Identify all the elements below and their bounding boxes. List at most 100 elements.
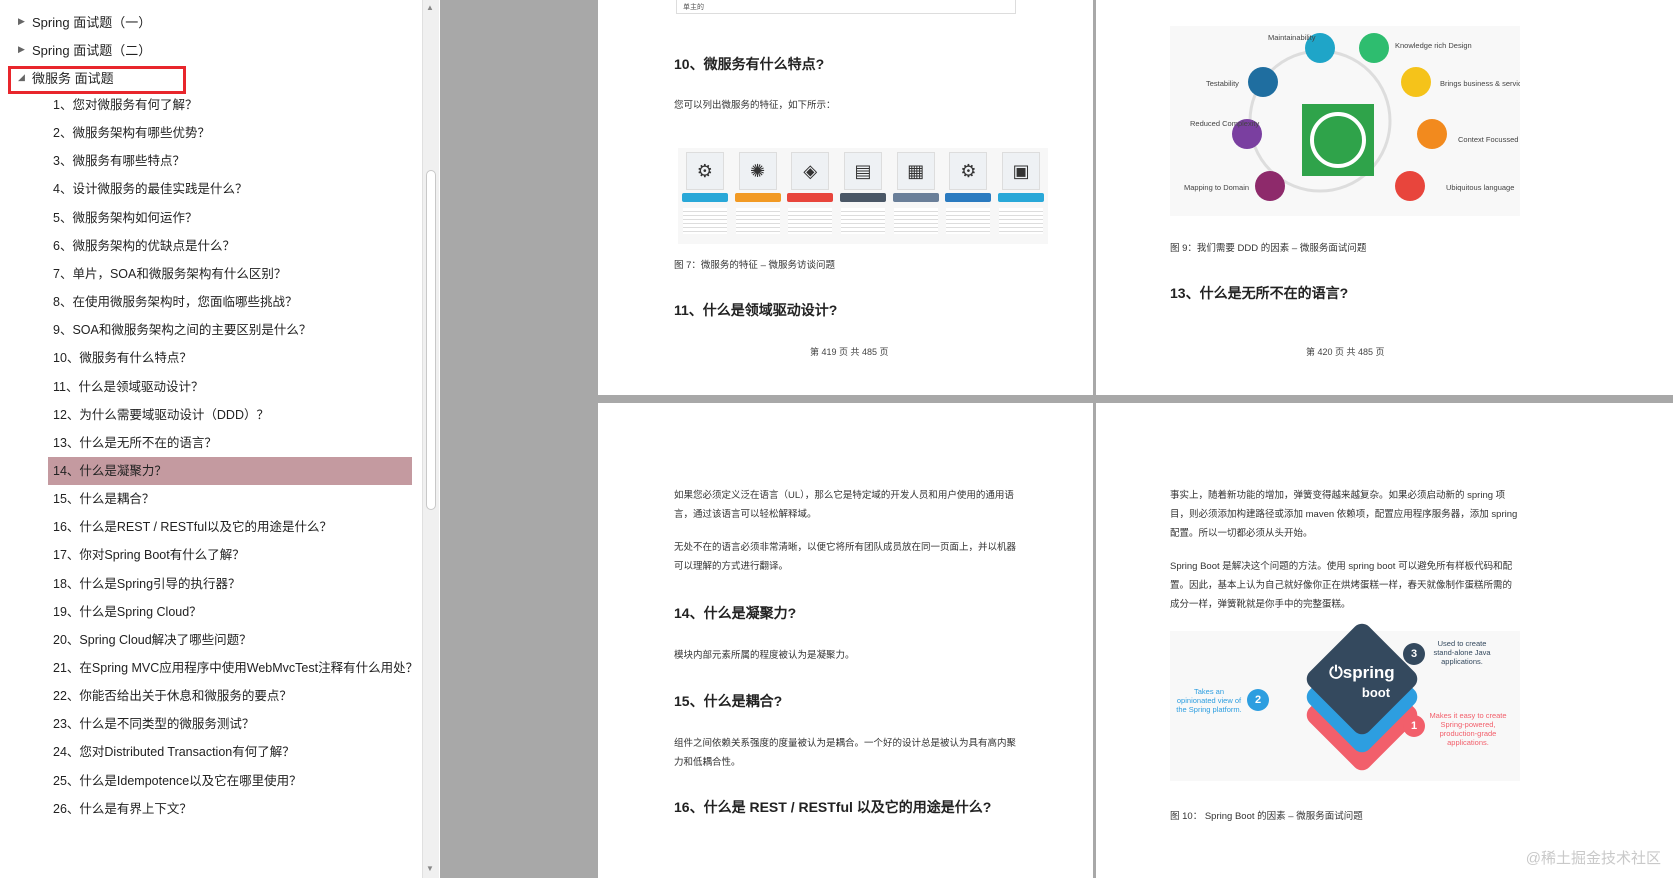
label-maintainability: Maintainability [1268, 33, 1316, 42]
feature-text [788, 208, 833, 234]
node-circle [1248, 67, 1278, 97]
heading-q15: 15、什么是耦合? [674, 693, 783, 709]
feature-bar [734, 193, 781, 202]
outline-item[interactable]: 24、您对Distributed Transaction有何了解？ [48, 738, 412, 766]
feature-col: ▣ [996, 152, 1046, 240]
highlight-box [8, 66, 186, 94]
feature-bar [945, 193, 992, 202]
outline-item[interactable]: 21、在Spring MVC应用程序中使用WebMvcTest注释有什么用处？ [48, 654, 412, 682]
feature-bar [840, 193, 887, 202]
paragraph: 如果您必须定义泛在语言（UL），那么它是特定域的开发人员和用户使用的通用语言，通… [674, 490, 1014, 520]
outline-item[interactable]: 3、微服务有哪些特点？ [48, 147, 412, 175]
feature-text [946, 208, 991, 234]
outline-item[interactable]: 22、你能否给出关于休息和微服务的要点？ [48, 682, 412, 710]
scroll-down-icon[interactable]: ▼ [426, 864, 434, 873]
paragraph: 无处不在的语言必须非常清晰，以便它将所有团队成员放在同一页面上，并以机器可以理解… [674, 542, 1017, 572]
outline-item[interactable]: 25、什么是Idempotence以及它在哪里使用？ [48, 767, 412, 795]
gear-icon: ⚙ [949, 152, 988, 190]
tree-item-spring-2[interactable]: ▶ Spring 面试题（二） [18, 35, 151, 63]
note-3: Used to create stand-alone Java applicat… [1433, 639, 1491, 666]
scroll-thumb[interactable] [426, 170, 436, 510]
features-figure: ⚙ ✺ ◈ ▤ ▦ ⚙ ▣ [678, 148, 1048, 244]
table-fragment: 单主的 [676, 0, 1016, 14]
figure-caption: 图 7：微服务的特征 – 微服务访谈问题 [674, 260, 835, 271]
feature-bar [892, 193, 939, 202]
label-mapping: Mapping to Domain [1184, 183, 1249, 192]
heading-q11: 11、什么是领域驱动设计? [674, 302, 838, 318]
outline-scrollbar[interactable]: ▲ ▼ [422, 0, 439, 878]
monitor-icon: ▣ [1002, 152, 1041, 190]
paragraph: 模块内部元素所属的程度被认为是凝聚力。 [674, 650, 855, 661]
page-420: Maintainability Knowledge rich Design Te… [1096, 0, 1673, 395]
outline-item[interactable]: 23、什么是不同类型的微服务测试？ [48, 710, 412, 738]
feature-bar [998, 193, 1045, 202]
figure-caption: 图 9：我们需要 DDD 的因素 – 微服务面试问题 [1170, 243, 1367, 254]
note-2: Takes an opinionated view of the Spring … [1176, 687, 1242, 714]
paragraph: Spring Boot 是解决这个问题的方法。使用 spring boot 可以… [1170, 561, 1513, 610]
feature-col: ⚙ [944, 152, 994, 240]
outline-item[interactable]: 2、微服务架构有哪些优势？ [48, 119, 412, 147]
label-ubiquitous: Ubiquitous language [1446, 183, 1514, 192]
badge-1: 1 [1403, 715, 1425, 737]
outline-item[interactable]: 19、什么是Spring Cloud？ [48, 598, 412, 626]
page-419: 单主的 10、微服务有什么特点? 您可以列出微服务的特征，如下所示： ⚙ ✺ ◈… [598, 0, 1093, 395]
ddd-factors-figure: Maintainability Knowledge rich Design Te… [1170, 26, 1520, 216]
page-footer: 第 420 页 共 485 页 [1306, 347, 1385, 357]
outline-item[interactable]: 13、什么是无所不在的语言？ [48, 429, 412, 457]
paragraph: 组件之间依赖关系强度的度量被认为是耦合。一个好的设计总是被认为具有高内聚力和低耦… [674, 738, 1017, 768]
outline-item[interactable]: 12、为什么需要域驱动设计（DDD）？ [48, 401, 412, 429]
expand-arrow-icon[interactable]: ▶ [18, 44, 32, 55]
feature-text [682, 208, 727, 234]
paragraph: 事实上，随着新功能的增加，弹簧变得越来越复杂。如果必须启动新的 spring 项… [1170, 490, 1518, 539]
hub-icon: ✺ [738, 152, 777, 190]
heading-q16: 16、什么是 REST / RESTful 以及它的用途是什么? [674, 799, 992, 815]
figure-caption: 图 10： Spring Boot 的因素 – 微服务面试问题 [1170, 811, 1363, 822]
feature-col: ◈ [785, 152, 835, 240]
expand-arrow-icon[interactable]: ▶ [18, 16, 32, 27]
label-context: Context Focussed [1458, 135, 1518, 144]
power-icon: ⏻ [1329, 663, 1343, 682]
outline-item[interactable]: 7、单片，SOA和微服务架构有什么区别？ [48, 260, 412, 288]
outline-item[interactable]: 1、您对微服务有何了解？ [48, 91, 412, 119]
heading-q13: 13、什么是无所不在的语言? [1170, 285, 1349, 301]
outline-item[interactable]: 6、微服务架构的优缺点是什么？ [48, 232, 412, 260]
badge-3: 3 [1403, 643, 1425, 665]
feature-text [841, 208, 886, 234]
outline-item[interactable]: 4、设计微服务的最佳实践是什么？ [48, 175, 412, 203]
feature-col: ▦ [891, 152, 941, 240]
outline-item[interactable]: 26、什么是有界上下文？ [48, 795, 412, 823]
outline-item[interactable]: 10、微服务有什么特点？ [48, 344, 412, 372]
page-footer: 第 419 页 共 485 页 [810, 347, 889, 357]
outline-item[interactable]: 15、什么是耦合？ [48, 485, 412, 513]
outline-item[interactable]: 17、你对Spring Boot有什么了解？ [48, 541, 412, 569]
org-chart-icon: ⚙ [685, 152, 724, 190]
outline-item[interactable]: 8、在使用微服务架构时，您面临哪些挑战？ [48, 288, 412, 316]
node-circle [1359, 33, 1389, 63]
outline-item[interactable]: 18、什么是Spring引导的执行器？ [48, 570, 412, 598]
feature-text [735, 208, 780, 234]
label-testability: Testability [1206, 79, 1239, 88]
outline-item[interactable]: 20、Spring Cloud解决了哪些问题？ [48, 626, 412, 654]
boot-logo-text: boot [1361, 685, 1391, 700]
label-knowledge: Knowledge rich Design [1395, 41, 1472, 50]
feature-text [893, 208, 938, 234]
feature-col: ▤ [838, 152, 888, 240]
scroll-up-icon[interactable]: ▲ [426, 3, 434, 12]
outline-item[interactable]: 14、什么是凝聚力？ [48, 456, 412, 485]
outline-item[interactable]: 16、什么是REST / RESTful以及它的用途是什么？ [48, 513, 412, 541]
node-circle [1401, 67, 1431, 97]
node-circle [1395, 171, 1425, 201]
page-421: 如果您必须定义泛在语言（UL），那么它是特定域的开发人员和用户使用的通用语言，通… [598, 403, 1093, 878]
paragraph: 您可以列出微服务的特征，如下所示： [674, 100, 836, 111]
document-viewer[interactable]: 单主的 10、微服务有什么特点? 您可以列出微服务的特征，如下所示： ⚙ ✺ ◈… [440, 0, 1673, 878]
feature-bar [787, 193, 834, 202]
watermark: @稀土掘金技术社区 [1525, 850, 1661, 867]
badge-2: 2 [1247, 689, 1269, 711]
outline-item[interactable]: 11、什么是领域驱动设计？ [48, 373, 412, 401]
outline-panel: ▶ Spring 面试题（一） ▶ Spring 面试题（二） ◢ 微服务 面试… [0, 0, 422, 878]
outline-item[interactable]: 9、SOA和微服务架构之间的主要区别是什么？ [48, 316, 412, 344]
tree-item-spring-1[interactable]: ▶ Spring 面试题（一） [18, 7, 151, 35]
node-circle [1417, 119, 1447, 149]
outline-item[interactable]: 5、微服务架构如何运作？ [48, 204, 412, 232]
label-brings: Brings business & service together [1440, 79, 1520, 88]
